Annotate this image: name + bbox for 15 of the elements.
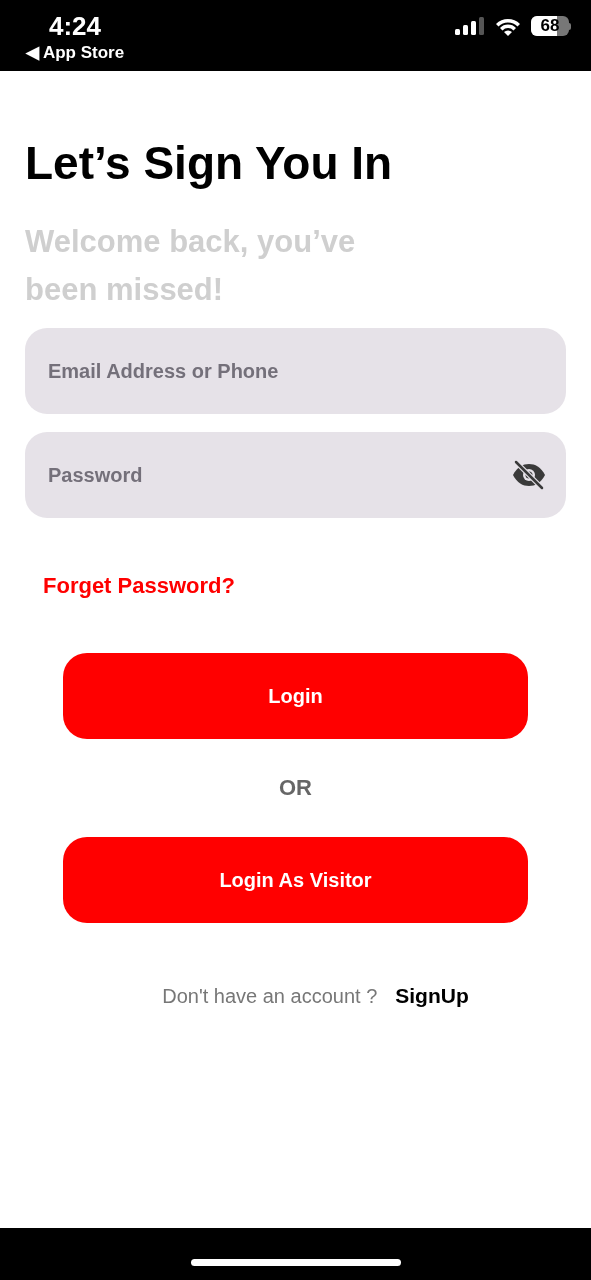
battery-percentage: 68 (540, 16, 560, 36)
visitor-login-button[interactable]: Login As Visitor (63, 837, 528, 923)
signal-icon (455, 17, 485, 35)
email-field[interactable]: Email Address or Phone (25, 328, 566, 414)
status-time: 4:24 (48, 10, 101, 42)
password-field[interactable]: Password (25, 432, 566, 518)
wifi-icon (495, 16, 521, 36)
forgot-password-link[interactable]: Forget Password? (43, 572, 235, 600)
login-button[interactable]: Login (63, 653, 528, 739)
signup-link[interactable]: SignUp (395, 980, 469, 1012)
or-divider-text: OR (279, 775, 312, 801)
eye-slash-icon[interactable] (512, 460, 546, 490)
back-link[interactable]: ◀ App Store (25, 42, 125, 64)
page-title: Let’s Sign You In (25, 136, 394, 190)
signup-prompt: Don't have an account ? (162, 983, 378, 1009)
